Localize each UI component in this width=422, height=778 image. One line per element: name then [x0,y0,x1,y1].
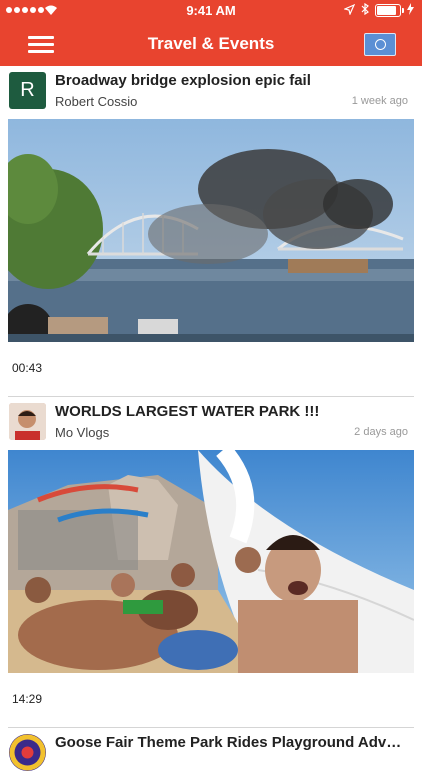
video-duration: 14:29 [12,692,43,706]
video-thumbnail[interactable] [8,450,414,673]
video-feed[interactable]: R Broadway bridge explosion epic fail Ro… [0,66,422,778]
globe-emblem-icon [374,39,386,50]
status-bar: 9:41 AM [0,0,422,22]
video-title[interactable]: Goose Fair Theme Park Rides Playground A… [55,734,408,751]
channel-name[interactable]: Robert Cossio [55,94,137,109]
video-duration: 00:43 [12,361,43,375]
channel-avatar[interactable] [9,403,46,440]
bluetooth-icon [361,2,369,18]
video-item[interactable]: WORLDS LARGEST WATER PARK !!! Mo Vlogs 2… [8,397,414,728]
channel-avatar[interactable] [9,734,46,771]
page-title: Travel & Events [147,34,275,53]
video-item[interactable]: R Broadway bridge explosion epic fail Ro… [8,66,414,397]
avatar-letter: R [20,79,35,101]
location-icon [343,3,356,18]
charging-icon [407,3,414,18]
region-flag-button[interactable] [364,33,396,56]
upload-time: 2 days ago [354,426,408,438]
video-thumbnail[interactable] [8,119,414,342]
video-item[interactable]: Goose Fair Theme Park Rides Playground A… [8,728,414,778]
battery-icon [375,4,404,17]
navigation-bar: Travel & Events [0,22,422,66]
video-title[interactable]: WORLDS LARGEST WATER PARK !!! [55,403,408,420]
channel-avatar[interactable]: R [9,72,46,109]
channel-name[interactable]: Mo Vlogs [55,425,109,440]
upload-time: 1 week ago [351,95,408,107]
video-title[interactable]: Broadway bridge explosion epic fail [55,72,408,89]
